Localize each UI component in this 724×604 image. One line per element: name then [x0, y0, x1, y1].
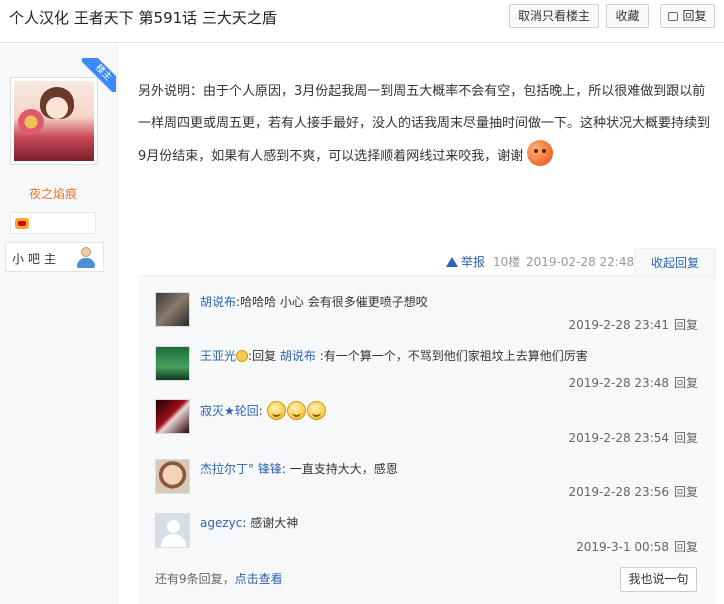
comments-panel: 胡说布:哈哈哈 小心 会有很多催更喷子想咬 2019-2-28 23:41 回复…: [139, 275, 716, 604]
comment-text: 哈哈哈 小心 会有很多催更喷子想咬: [240, 295, 428, 309]
warning-icon: [446, 257, 458, 267]
comment-username[interactable]: 寂灭★轮回: [200, 404, 259, 418]
thread-title: 个人汉化 王者天下 第591话 三大天之盾: [9, 9, 277, 27]
floor-number: 10楼: [493, 255, 521, 269]
grin-emoji-icon: [266, 401, 286, 420]
post-text: 另外说明：由于个人原因，3月份起我周一到周五大概率不会有空，包括晚上，所以很难做…: [138, 84, 711, 164]
collapse-replies-button[interactable]: 收起回复: [634, 248, 716, 276]
moderator-user-icon: [76, 247, 96, 269]
game-controller-icon[interactable]: [15, 218, 29, 229]
comment-username[interactable]: 杰拉尔丁° 锋锋: [200, 462, 282, 476]
more-replies-line: 还有9条回复，点击查看: [155, 571, 283, 587]
comment-line: agezyc: 感谢大神: [200, 515, 700, 531]
author-badge-box: [10, 212, 96, 234]
reply-button-label: 回复: [682, 9, 707, 23]
author-role-box: 小吧主: [5, 242, 104, 272]
comment-avatar[interactable]: [155, 346, 190, 381]
view-more-replies-link[interactable]: 点击查看: [235, 572, 283, 586]
grin-emoji-icon: [286, 401, 306, 420]
angry-emoji-icon: [527, 140, 554, 166]
comment-reply-target[interactable]: 胡说布: [280, 349, 316, 363]
comment-username[interactable]: 胡说布: [200, 295, 236, 309]
author-role-label: 小吧主: [12, 252, 61, 266]
comment-avatar[interactable]: [155, 459, 190, 494]
comment-time: 2019-2-28 23:54: [568, 431, 670, 445]
comment-username[interactable]: agezyc: [200, 516, 242, 530]
comment-reply-prefix: 回复: [252, 349, 280, 363]
comment-line: 胡说布:哈哈哈 小心 会有很多催更喷子想咬: [200, 294, 700, 310]
comment-text: :有一个算一个，不骂到他们家祖坟上去算他们厉害: [315, 349, 588, 363]
comment-time: 2019-2-28 23:56: [568, 485, 670, 499]
comment-username[interactable]: 王亚光: [200, 349, 236, 363]
comment-time: 2019-2-28 23:41: [568, 318, 670, 332]
comment-text: 一直支持大大，感恩: [285, 462, 398, 476]
comment-avatar[interactable]: [155, 513, 190, 548]
comment-reply-link[interactable]: 回复: [674, 430, 698, 446]
comment-reply-link[interactable]: 回复: [674, 484, 698, 500]
report-link[interactable]: 举报: [446, 248, 485, 276]
comment-line: 杰拉尔丁° 锋锋: 一直支持大大，感恩: [200, 461, 700, 477]
add-comment-button[interactable]: 我也说一句: [620, 567, 697, 592]
comment-text: 感谢大神: [246, 516, 299, 530]
author-panel: 楼主 夜之焰痕 小吧主: [0, 44, 118, 604]
post-time: 2019-02-28 22:48: [526, 255, 635, 269]
report-label: 举报: [461, 255, 486, 269]
author-username[interactable]: 夜之焰痕: [0, 185, 106, 202]
reply-icon: [668, 12, 679, 21]
favorite-button[interactable]: 收藏: [606, 4, 649, 28]
op-corner-tag: 楼主: [82, 58, 116, 92]
op-tag-label: 楼主: [82, 58, 116, 92]
comment-time: 2019-3-1 00:58: [576, 540, 669, 554]
comment-avatar[interactable]: [155, 399, 190, 434]
smile-emoji-icon: [236, 350, 249, 362]
comment-reply-link[interactable]: 回复: [674, 375, 698, 391]
thread-header: 个人汉化 王者天下 第591话 三大天之盾 取消只看楼主 收藏 回复: [0, 0, 724, 43]
comment-avatar[interactable]: [155, 292, 190, 327]
comment-line: 王亚光:回复 胡说布 :有一个算一个，不骂到他们家祖坟上去算他们厉害: [200, 348, 700, 364]
comment-reply-link[interactable]: 回复: [674, 317, 698, 333]
grin-emoji-icon: [306, 401, 326, 420]
more-replies-text: 还有9条回复，: [155, 572, 235, 586]
comment-sep: :: [258, 404, 263, 418]
comment-line: 寂灭★轮回:: [200, 401, 700, 420]
comment-time: 2019-2-28 23:48: [568, 376, 670, 390]
author-avatar-image: [14, 81, 94, 161]
post-content: 另外说明：由于个人原因，3月份起我周一到周五大概率不会有空，包括晚上，所以很难做…: [138, 76, 716, 173]
reply-button[interactable]: 回复: [660, 4, 715, 28]
only-op-toggle-button[interactable]: 取消只看楼主: [509, 4, 599, 28]
comment-reply-link[interactable]: 回复: [674, 539, 698, 555]
